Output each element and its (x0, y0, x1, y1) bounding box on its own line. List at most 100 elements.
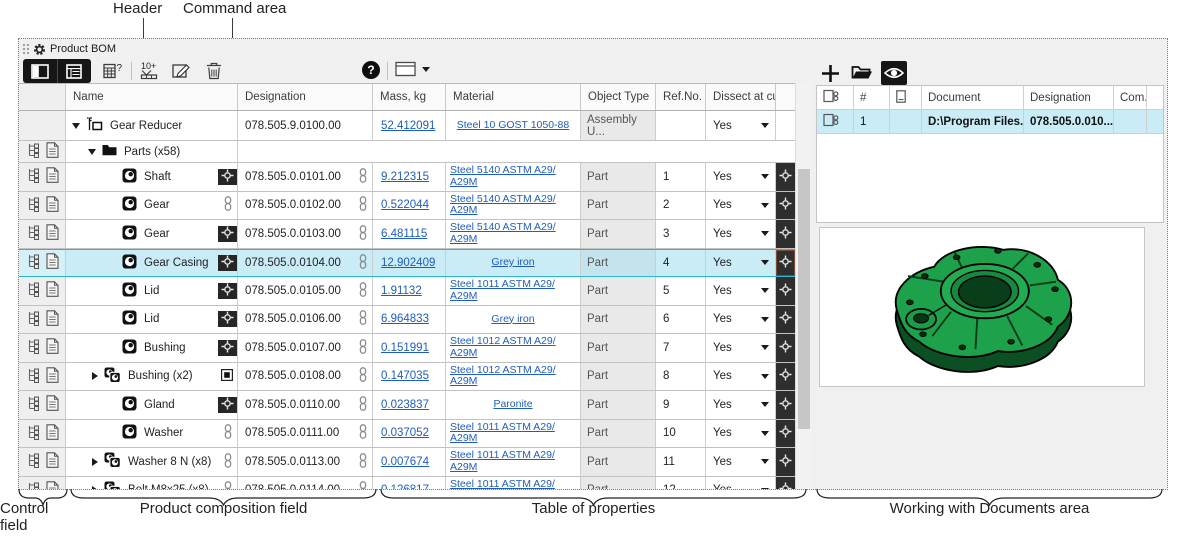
open-document-button[interactable] (849, 61, 875, 85)
material-link[interactable]: Steel 5140 ASTM A29/ A29M (446, 194, 580, 217)
material-link[interactable]: Grey iron (446, 257, 580, 269)
fixation-cell-button[interactable] (776, 391, 795, 419)
structure-icon[interactable] (26, 224, 41, 243)
material-link[interactable]: Steel 10 GOST 1050-88 (446, 120, 580, 132)
fixation-button[interactable] (218, 397, 237, 413)
delete-button[interactable] (201, 60, 227, 82)
structure-icon[interactable] (26, 367, 41, 386)
fixation-cell-button[interactable] (776, 334, 795, 362)
report-icon[interactable] (46, 196, 59, 215)
material-link[interactable]: Paronite (446, 399, 580, 411)
material-link[interactable]: Steel 1011 ASTM A29/ A29M (446, 279, 580, 302)
report-icon[interactable] (46, 338, 59, 357)
report-icon[interactable] (46, 424, 59, 443)
dissect-dropdown[interactable]: Yes (706, 391, 776, 419)
table-view-toggle[interactable] (57, 59, 92, 83)
dissect-dropdown[interactable]: Yes (706, 192, 776, 220)
dissect-dropdown[interactable]: Yes (706, 250, 776, 277)
mass-link[interactable]: 12.902409 (373, 257, 435, 269)
mass-link[interactable]: 0.147035 (373, 370, 429, 382)
report-icon[interactable] (46, 367, 59, 386)
cell-name[interactable]: Parts (x58) (66, 141, 238, 162)
structure-icon[interactable] (26, 167, 41, 186)
bom-row[interactable]: Lid078.505.0.0106.006.964833Grey ironPar… (19, 306, 795, 335)
material-link[interactable]: Steel 1012 ASTM A29/ A29M (446, 365, 580, 388)
cell-designation[interactable]: 078.505.0.0104.00 (238, 250, 373, 277)
bom-row[interactable]: Bushing (x2)078.505.0.0108.000.147035Ste… (19, 363, 795, 392)
report-icon[interactable] (46, 142, 59, 161)
cell-name[interactable]: Gear (66, 220, 238, 248)
mass-link[interactable]: 0.522044 (373, 199, 429, 211)
dissect-dropdown[interactable]: Yes (706, 420, 776, 448)
fixation-cell-button[interactable] (776, 220, 795, 248)
cell-designation[interactable]: 078.505.0.0110.00 (238, 391, 373, 419)
structure-icon[interactable] (26, 310, 41, 329)
set-quantity-button[interactable]: 10+ (137, 60, 167, 82)
structure-icon[interactable] (26, 281, 41, 300)
mass-link[interactable]: 52.412091 (373, 120, 435, 132)
mass-link[interactable]: 6.964833 (373, 313, 429, 325)
document-row[interactable]: 1D:\Program Files...078.505.0.010... (817, 110, 1163, 134)
cell-name[interactable]: Washer (66, 420, 238, 448)
dissect-dropdown[interactable]: Yes (706, 306, 776, 334)
material-link[interactable]: Steel 1011 ASTM A29/ A29M (446, 450, 580, 473)
expand-open-icon[interactable] (88, 149, 96, 155)
bom-row[interactable]: Washer 8 N (x8)078.505.0.0113.000.007674… (19, 448, 795, 477)
cell-name[interactable]: Bushing (66, 334, 238, 362)
column-header[interactable]: Ref.No. (656, 84, 706, 110)
bom-row[interactable]: Gear078.505.0.0103.006.481115Steel 5140 … (19, 220, 795, 249)
report-icon[interactable] (46, 167, 59, 186)
fixation-cell-button[interactable] (776, 163, 795, 191)
vertical-scrollbar[interactable] (795, 83, 811, 490)
column-header[interactable]: Object Type (581, 84, 656, 110)
column-header[interactable]: Mass, kg (373, 84, 446, 110)
bom-row[interactable]: Parts (x58) (19, 141, 795, 163)
structure-icon[interactable] (26, 196, 41, 215)
report-icon[interactable] (46, 452, 59, 471)
calculate-button[interactable]: ? (101, 60, 127, 82)
fixation-button[interactable] (218, 226, 237, 242)
cell-designation[interactable]: 078.505.0.0108.00 (238, 363, 373, 391)
bom-row[interactable]: Gear Casing078.505.0.0104.0012.902409Gre… (19, 249, 795, 278)
cell-designation[interactable]: 078.505.0.0102.00 (238, 192, 373, 220)
show-preview-button[interactable] (881, 61, 907, 85)
cell-name[interactable]: Gear Reducer (66, 111, 238, 140)
doc-document-column-header[interactable]: Document (922, 86, 1024, 109)
report-icon[interactable] (46, 310, 59, 329)
dissect-dropdown[interactable]: Yes (706, 448, 776, 476)
report-icon[interactable] (46, 281, 59, 300)
structure-icon[interactable] (26, 338, 41, 357)
doc-designation-column-header[interactable]: Designation (1024, 86, 1114, 109)
dissect-dropdown[interactable]: Yes (706, 220, 776, 248)
fixation-cell-button[interactable] (776, 250, 795, 277)
help-button[interactable]: ? (362, 61, 380, 79)
drag-handle-icon[interactable] (22, 43, 29, 56)
bom-row[interactable]: Washer078.505.0.0111.000.037052Steel 101… (19, 420, 795, 449)
dissect-dropdown[interactable]: Yes (706, 363, 776, 391)
layout-dropdown-button[interactable] (395, 61, 430, 77)
bom-row[interactable]: Bushing078.505.0.0107.000.151991Steel 10… (19, 334, 795, 363)
edit-button[interactable] (169, 60, 195, 82)
cell-name[interactable]: Lid (66, 306, 238, 334)
mass-link[interactable]: 9.212315 (373, 171, 429, 183)
cell-name[interactable]: Gland (66, 391, 238, 419)
structure-icon[interactable] (26, 452, 41, 471)
bom-row[interactable]: Shaft078.505.0.0101.009.212315Steel 5140… (19, 163, 795, 192)
mass-link[interactable]: 6.481115 (373, 228, 427, 240)
fixation-button[interactable] (218, 169, 237, 185)
material-link[interactable]: Steel 5140 ASTM A29/ A29M (446, 222, 580, 245)
mass-link[interactable]: 0.037052 (373, 427, 429, 439)
column-header[interactable]: Dissect at cuts (706, 84, 776, 110)
column-header[interactable]: Designation (238, 84, 373, 110)
dissect-dropdown[interactable]: Yes (706, 277, 776, 305)
fixation-cell-button[interactable] (776, 277, 795, 305)
material-link[interactable]: Steel 1011 ASTM A29/ A29M (446, 422, 580, 445)
fixation-cell-button[interactable] (776, 363, 795, 391)
cell-designation[interactable]: 078.505.9.0100.00 (238, 111, 373, 140)
cell-designation[interactable]: 078.505.0.0107.00 (238, 334, 373, 362)
fixation-button[interactable] (218, 283, 237, 299)
scrollbar-thumb[interactable] (798, 169, 810, 429)
bom-row[interactable]: Gland078.505.0.0110.000.023837ParonitePa… (19, 391, 795, 420)
bom-row[interactable]: Gear Reducer078.505.9.0100.0052.412091 St… (19, 111, 795, 141)
cell-name[interactable]: Shaft (66, 163, 238, 191)
